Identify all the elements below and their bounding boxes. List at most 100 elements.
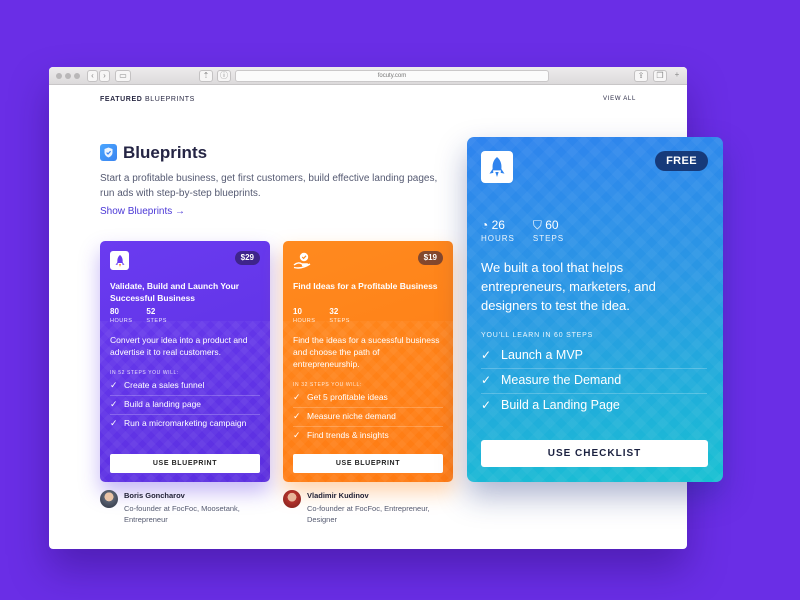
share-icon[interactable]: ⇡ <box>199 70 213 82</box>
steps-value: 32 <box>329 307 339 316</box>
featured-label: FEATURED <box>100 96 143 103</box>
clock-icon: ◔ <box>481 218 489 232</box>
steps-label: STEPS <box>329 318 350 324</box>
show-blueprints-link[interactable]: Show Blueprints → <box>100 206 185 217</box>
blueprint-card-find-ideas[interactable]: $19 Find Ideas for a Profitable Business… <box>283 241 453 482</box>
step-label: Get 5 profitable ideas <box>307 392 388 402</box>
price-badge: $19 <box>417 251 443 265</box>
step-label: Find trends & insights <box>307 430 389 440</box>
card-stats: 10 HOURS 32 STEPS <box>293 307 350 325</box>
share-page-icon[interactable]: ⇪ <box>634 70 648 82</box>
author-role: Co-founder at FocFoc, Moosetank, Entrepr… <box>124 504 240 524</box>
steps-label: STEPS <box>146 318 167 324</box>
back-icon[interactable]: ‹ <box>87 70 98 82</box>
hours-value: 80 <box>110 307 119 316</box>
step-label: Measure the Demand <box>501 373 622 387</box>
card-stats: 80 HOURS 52 STEPS <box>110 307 167 325</box>
step-label: Build a Landing Page <box>501 398 620 412</box>
list-item: ✓ Build a Landing Page <box>481 394 707 418</box>
step-label: Launch a MVP <box>501 348 583 362</box>
blueprint-card-validate[interactable]: $29 Validate, Build and Launch Your Succ… <box>100 241 270 482</box>
check-icon: ✓ <box>481 398 492 412</box>
card-stats: ◔ 26 HOURS ⛉ 60 STEPS <box>481 218 564 245</box>
check-icon: ✓ <box>481 348 492 362</box>
card-title: Validate, Build and Launch Your Successf… <box>110 281 240 303</box>
hours-value: 26 <box>491 218 505 232</box>
list-item: ✓ Launch a MVP <box>481 344 707 369</box>
use-blueprint-button[interactable]: USE BLUEPRINT <box>293 454 443 473</box>
author-name[interactable]: Boris Goncharov <box>124 491 185 500</box>
use-checklist-button[interactable]: USE CHECKLIST <box>481 440 708 467</box>
avatar[interactable] <box>100 490 118 508</box>
steps-stat: 32 STEPS <box>329 307 350 325</box>
hours-stat: 80 HOURS <box>110 307 132 325</box>
card-title: Find Ideas for a Profitable Business <box>293 281 438 291</box>
learn-heading: IN 32 STEPS YOU WILL: <box>293 382 362 388</box>
list-item: ✓ Get 5 profitable ideas <box>293 389 443 408</box>
card-description: Find the ideas for a sucessful business … <box>293 335 440 369</box>
list-item: ✓ Find trends & insights <box>293 427 443 445</box>
url-text: focuty.com <box>377 73 407 79</box>
browser-toolbar: ‹ › ▭ ⇡ ⓘ focuty.com ⇪ ❐ + <box>49 67 687 85</box>
price-badge: $29 <box>234 251 260 265</box>
sidebar-icon[interactable]: ▭ <box>115 70 131 82</box>
hand-check-icon <box>293 251 312 270</box>
free-badge: FREE <box>655 151 708 171</box>
check-icon: ✓ <box>293 411 301 421</box>
step-list: ✓ Create a sales funnel ✓ Build a landing … <box>110 377 260 433</box>
steps-value: 60 <box>545 218 559 232</box>
list-item: ✓ Run a micromarketing campaign <box>110 415 260 433</box>
check-icon: ✓ <box>293 430 301 440</box>
close-window-dot[interactable] <box>56 73 62 79</box>
shield-check-icon <box>100 144 117 161</box>
hours-label: HOURS <box>481 234 515 243</box>
forward-icon[interactable]: › <box>99 70 110 82</box>
zoom-window-dot[interactable] <box>74 73 80 79</box>
check-icon: ✓ <box>293 392 301 402</box>
rocket-icon <box>110 251 129 270</box>
step-label: Run a micromarketing campaign <box>124 418 247 428</box>
author-role: Co-founder at FocFoc, Entrepreneur, Desi… <box>307 504 430 524</box>
shield-check-icon: ⛉ <box>532 218 542 232</box>
steps-stat: ⛉ 60 STEPS <box>533 218 564 245</box>
page-header: FEATURED BLUEPRINTS VIEW ALL <box>49 85 687 115</box>
step-list: ✓ Get 5 profitable ideas ✓ Measure niche d… <box>293 389 443 445</box>
learn-heading: YOU'LL LEARN IN 60 STEPS <box>481 332 594 339</box>
card-description: We built a tool that helps entrepreneurs… <box>481 260 656 313</box>
hours-stat: 10 HOURS <box>293 307 315 325</box>
steps-stat: 52 STEPS <box>146 307 167 325</box>
page-title: Blueprints <box>123 143 208 162</box>
list-item: ✓ Measure the Demand <box>481 369 707 394</box>
use-blueprint-button[interactable]: USE BLUEPRINT <box>110 454 260 473</box>
hours-value-row: ◔ 26 <box>481 218 515 233</box>
author-name[interactable]: Vladimir Kudinov <box>307 491 369 500</box>
new-tab-icon[interactable]: + <box>672 70 682 82</box>
card-description: Convert your idea into a product and adv… <box>110 335 248 357</box>
check-icon: ✓ <box>110 380 118 390</box>
reader-icon[interactable]: ⓘ <box>217 70 231 82</box>
list-item: ✓ Measure niche demand <box>293 408 443 427</box>
address-bar[interactable]: focuty.com <box>235 70 549 82</box>
list-item: ✓ Create a sales funnel <box>110 377 260 396</box>
check-icon: ✓ <box>481 373 492 387</box>
check-icon: ✓ <box>110 418 118 428</box>
step-label: Create a sales funnel <box>124 380 205 390</box>
blueprints-label: BLUEPRINTS <box>144 96 195 103</box>
rocket-icon <box>481 151 513 183</box>
section-description: Start a profitable business, get first c… <box>100 173 438 199</box>
tabs-icon[interactable]: ❐ <box>653 70 667 82</box>
hours-value: 10 <box>293 307 302 316</box>
steps-value-row: ⛉ 60 <box>533 218 564 233</box>
check-icon: ✓ <box>110 399 118 409</box>
minimize-window-dot[interactable] <box>65 73 71 79</box>
hours-label: HOURS <box>293 318 316 324</box>
learn-heading: IN 52 STEPS YOU WILL: <box>110 370 179 376</box>
list-item: ✓ Build a landing page <box>110 396 260 415</box>
step-label: Measure niche demand <box>307 411 396 421</box>
featured-blueprints-label: FEATURED BLUEPRINTS <box>100 96 195 103</box>
hours-label: HOURS <box>110 318 133 324</box>
avatar[interactable] <box>283 490 301 508</box>
free-checklist-card[interactable]: FREE ◔ 26 HOURS ⛉ 60 STEPS We built a to… <box>467 137 723 482</box>
steps-value: 52 <box>146 307 156 316</box>
view-all-link[interactable]: VIEW ALL <box>603 96 636 102</box>
